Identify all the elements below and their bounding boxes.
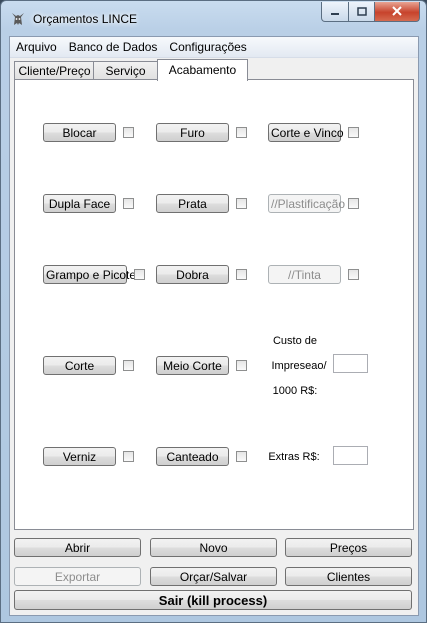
precos-button[interactable]: Preços [285,538,412,557]
blocar-checkbox[interactable] [123,127,134,138]
verniz-button[interactable]: Verniz [43,447,116,466]
client-area: Arquivo Banco de Dados Configurações Cli… [9,36,419,616]
furo-button[interactable]: Furo [156,123,229,142]
corte-checkbox[interactable] [123,360,134,371]
title-bar[interactable]: Orçamentos LINCE [1,1,426,33]
abrir-button[interactable]: Abrir [14,538,141,557]
plastificacao-checkbox [348,198,359,209]
minimize-button[interactable] [321,2,349,22]
exportar-button: Exportar [14,567,141,586]
maximize-button[interactable] [349,2,375,22]
tab-acabamento[interactable]: Acabamento [157,59,248,81]
corte-e-vinco-button[interactable]: Corte e Vinco [268,123,344,142]
dobra-checkbox[interactable] [236,269,247,280]
menu-arquivo[interactable]: Arquivo [10,37,63,57]
close-button[interactable] [375,2,420,22]
tinta-checkbox [348,269,359,280]
extras-input[interactable] [333,446,368,465]
dupla-face-checkbox[interactable] [123,198,134,209]
custo-impressao-label-3: 1000 R$: [272,385,318,397]
dupla-face-button[interactable]: Dupla Face [43,194,116,213]
dobra-button[interactable]: Dobra [156,265,229,284]
tab-cliente-preco[interactable]: Cliente/Preço [14,61,95,80]
furo-checkbox[interactable] [236,127,247,138]
orcar-salvar-button[interactable]: Orçar/Salvar [150,567,277,586]
tab-servico[interactable]: Serviço [93,61,158,80]
canteado-button[interactable]: Canteado [156,447,229,466]
grampo-e-picote-button[interactable]: Grampo e Picote [43,265,136,284]
blocar-button[interactable]: Blocar [43,123,116,142]
custo-impressao-input[interactable] [333,354,368,373]
lynx-app-icon [10,11,26,27]
novo-button[interactable]: Novo [150,538,277,557]
custo-impressao-label-2: Impreseao/ [271,360,327,372]
corte-button[interactable]: Corte [43,356,116,375]
sair-button[interactable]: Sair (kill process) [14,590,412,610]
menu-bar: Arquivo Banco de Dados Configurações [10,37,418,58]
corte-e-vinco-checkbox[interactable] [348,127,359,138]
prata-button[interactable]: Prata [156,194,229,213]
menu-configuracoes[interactable]: Configurações [163,37,252,57]
close-icon [392,5,402,19]
custo-impressao-label-1: Custo de [272,335,318,347]
maximize-icon [356,5,367,19]
window-title: Orçamentos LINCE [33,12,138,26]
prata-checkbox[interactable] [236,198,247,209]
app-window: Orçamentos LINCE Arquivo Banco de Dados … [0,0,427,623]
minimize-icon [330,5,340,19]
clientes-button[interactable]: Clientes [285,567,412,586]
menu-banco-de-dados[interactable]: Banco de Dados [63,37,164,57]
plastificacao-button: //Plastificação [268,194,345,213]
canteado-checkbox[interactable] [236,451,247,462]
extras-label: Extras R$: [268,451,320,463]
verniz-checkbox[interactable] [123,451,134,462]
acabamento-panel: Blocar Furo Corte e Vinco Dupla Face Pra… [14,79,414,530]
meio-corte-button[interactable]: Meio Corte [156,356,229,375]
tinta-button: //Tinta [268,265,341,284]
grampo-e-picote-checkbox[interactable] [134,269,145,280]
meio-corte-checkbox[interactable] [236,360,247,371]
